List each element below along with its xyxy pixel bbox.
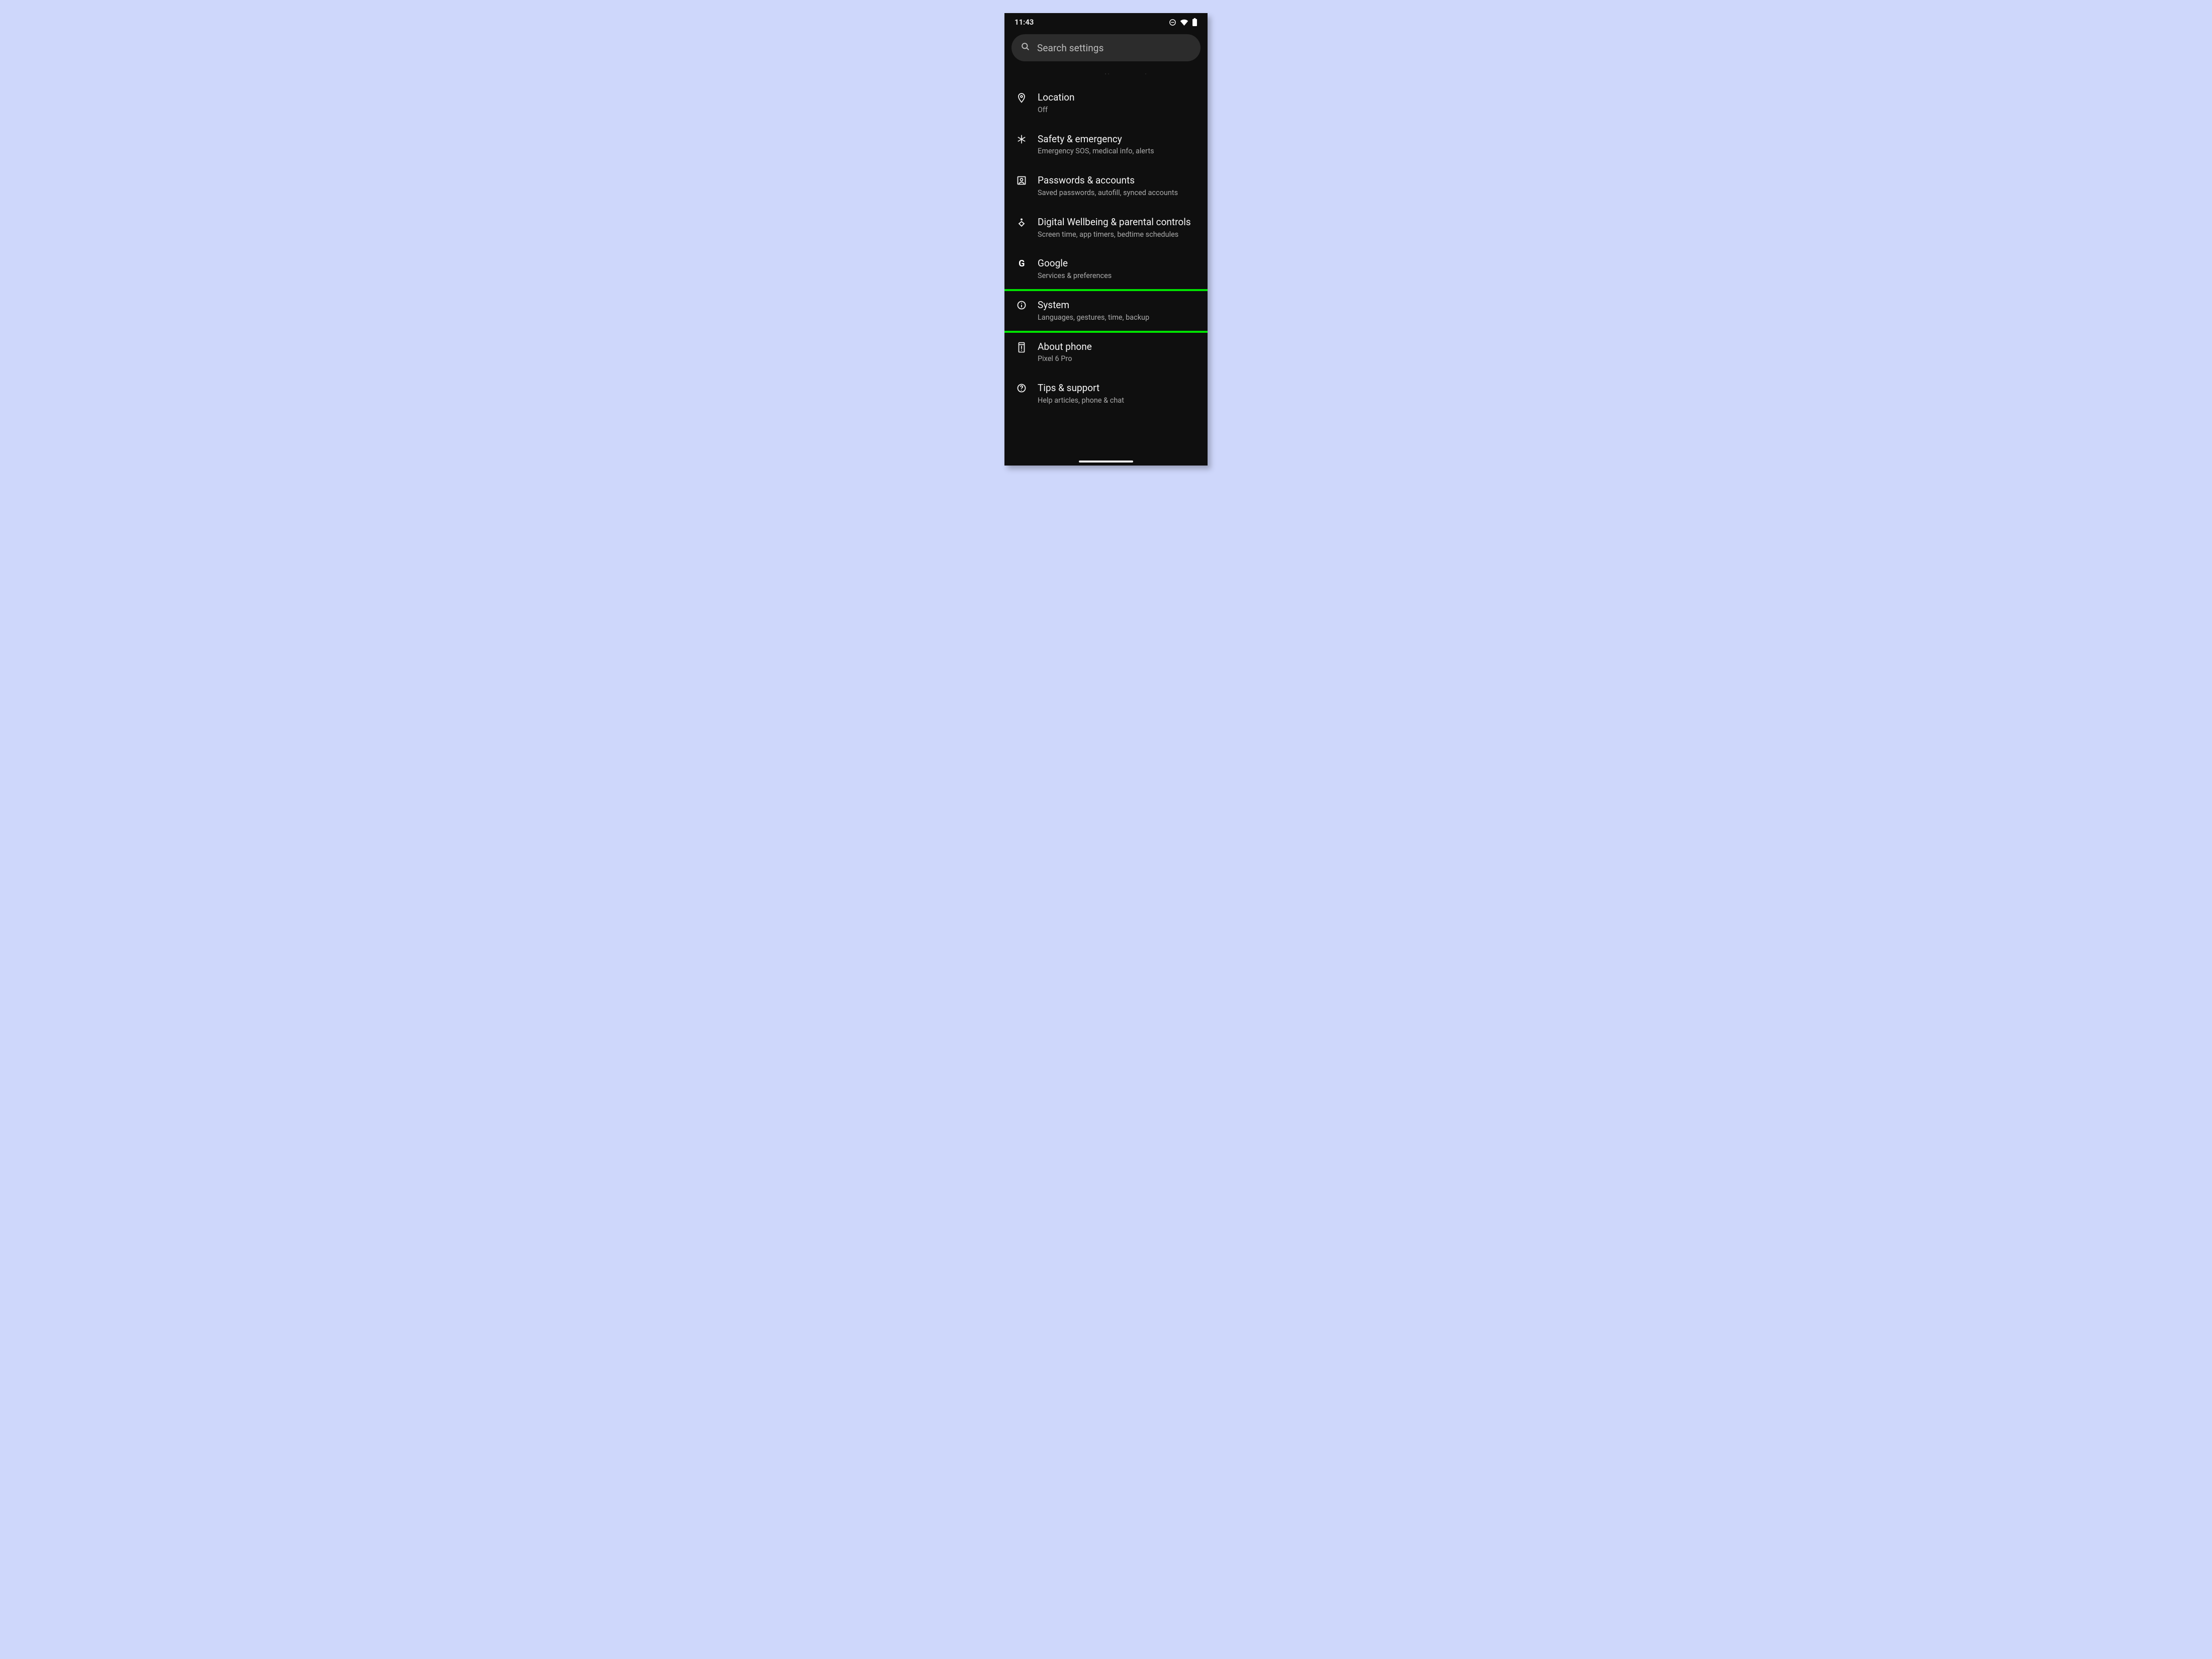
settings-item-title: About phone xyxy=(1038,341,1200,353)
google-g-icon: G xyxy=(1016,257,1028,269)
settings-item-location[interactable]: Location Off xyxy=(1004,82,1208,124)
search-placeholder: Search settings xyxy=(1037,42,1103,54)
status-bar: 11:43 xyxy=(1004,13,1208,31)
settings-item-title: Google xyxy=(1038,257,1200,269)
screenshot-stage: 11:43 Sear xyxy=(786,0,1426,480)
settings-item-title: Digital Wellbeing & parental controls xyxy=(1038,216,1200,228)
settings-item-subtitle: Saved passwords, autofill, synced accoun… xyxy=(1038,189,1200,198)
settings-item-title: Tips & support xyxy=(1038,382,1200,394)
settings-item-title: System xyxy=(1038,299,1200,311)
settings-item-subtitle: Services & preferences xyxy=(1038,271,1200,281)
settings-item-title: Safety & emergency xyxy=(1038,133,1200,145)
location-pin-icon xyxy=(1016,91,1028,104)
settings-item-subtitle: Pixel 6 Pro xyxy=(1038,354,1200,364)
home-indicator[interactable] xyxy=(1079,460,1133,463)
settings-item-subtitle: Off xyxy=(1038,106,1200,115)
settings-item-wellbeing[interactable]: Digital Wellbeing & parental controls Sc… xyxy=(1004,207,1208,249)
phone-device-icon xyxy=(1016,341,1028,353)
settings-item-safety[interactable]: Safety & emergency Emergency SOS, medica… xyxy=(1004,124,1208,166)
phone-frame: 11:43 Sear xyxy=(1004,13,1208,466)
account-box-icon xyxy=(1016,174,1028,186)
settings-item-title: Passwords & accounts xyxy=(1038,174,1200,187)
settings-item-about-phone[interactable]: About phone Pixel 6 Pro xyxy=(1004,332,1208,374)
settings-item-subtitle: Screen time, app timers, bedtime schedul… xyxy=(1038,230,1200,240)
settings-item-tips-support[interactable]: Tips & support Help articles, phone & ch… xyxy=(1004,373,1208,415)
dnd-icon xyxy=(1169,19,1176,26)
settings-item-subtitle: Help articles, phone & chat xyxy=(1038,396,1200,406)
settings-item-subtitle: Emergency SOS, medical info, alerts xyxy=(1038,147,1200,156)
search-icon xyxy=(1021,42,1030,54)
medical-asterisk-icon xyxy=(1016,133,1028,144)
settings-item-title: Location xyxy=(1038,91,1200,104)
wellbeing-icon xyxy=(1016,216,1028,229)
battery-icon xyxy=(1192,18,1197,26)
settings-list[interactable]: Location Off Safety & emergency Emergenc… xyxy=(1004,82,1208,415)
settings-item-system[interactable]: System Languages, gestures, time, backup xyxy=(1004,290,1208,332)
settings-item-subtitle: Languages, gestures, time, backup xyxy=(1038,313,1200,323)
settings-item-passwords[interactable]: Passwords & accounts Saved passwords, au… xyxy=(1004,165,1208,207)
status-icons xyxy=(1169,18,1197,26)
status-clock: 11:43 xyxy=(1015,18,1034,27)
help-circle-icon xyxy=(1016,382,1028,393)
wifi-icon xyxy=(1180,19,1188,26)
info-circle-icon xyxy=(1016,299,1028,310)
previous-item-cutoff xyxy=(1004,64,1208,82)
search-settings[interactable]: Search settings xyxy=(1011,34,1201,61)
settings-item-google[interactable]: G Google Services & preferences xyxy=(1004,248,1208,290)
